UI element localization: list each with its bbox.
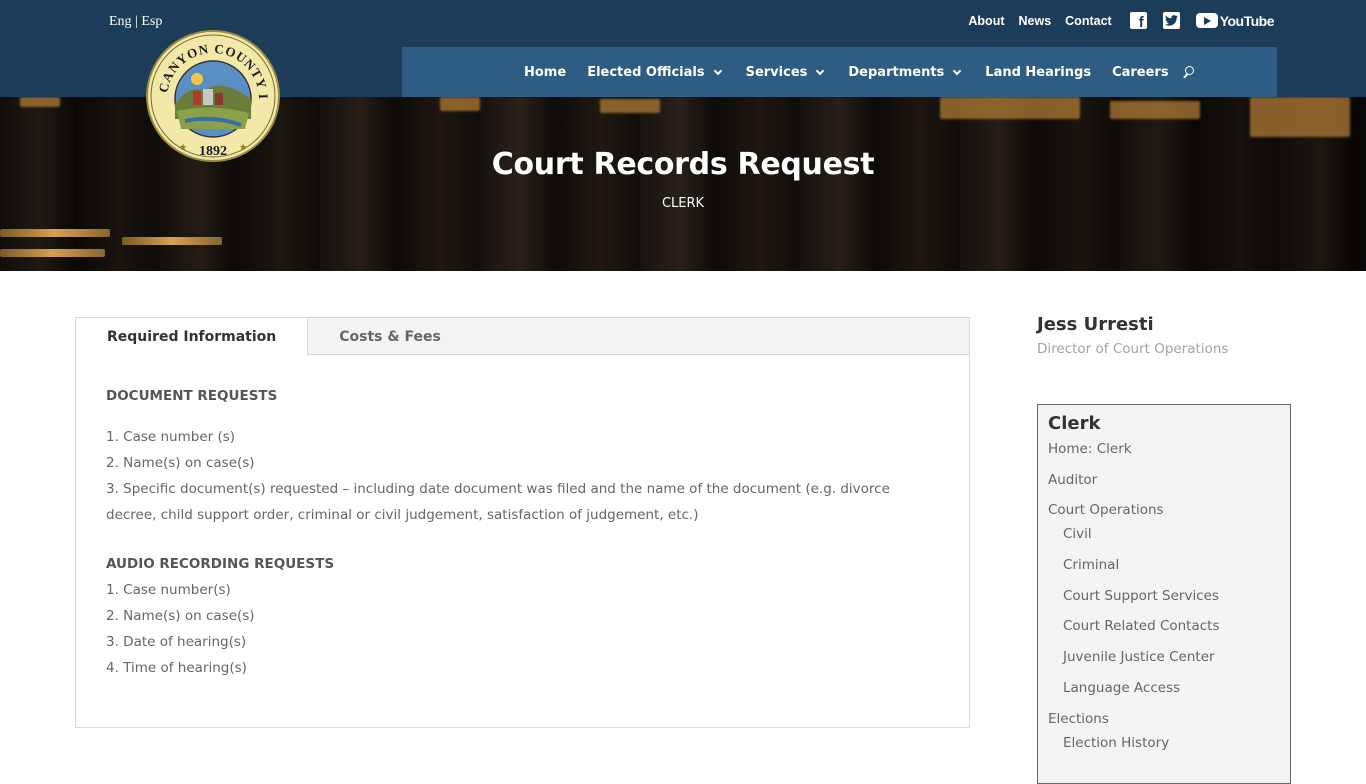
about-link[interactable]: About	[968, 14, 1004, 28]
sidebar-contact: Jess Urresti Director of Court Operation…	[1037, 314, 1297, 357]
nav-home[interactable]: Home	[524, 65, 566, 80]
nav-land-hearings[interactable]: Land Hearings	[985, 65, 1091, 80]
youtube-icon	[1195, 13, 1218, 28]
book-spine-decor	[0, 229, 110, 237]
nav-departments[interactable]: Departments	[848, 65, 964, 80]
county-seal-logo[interactable]: CANYON COUNTY IDAHO 1892 ★ ★	[145, 29, 281, 163]
tab-panel: DOCUMENT REQUESTS 1. Case number (s) 2. …	[76, 355, 969, 681]
list-item: 1. Case number(s)	[106, 582, 231, 598]
nav-services[interactable]: Services	[746, 65, 828, 80]
document-requests-heading: DOCUMENT REQUESTS	[106, 388, 278, 404]
lang-spanish-link[interactable]: Esp	[141, 14, 162, 29]
menu-item-home-clerk[interactable]: Home: Clerk	[1048, 440, 1280, 471]
lang-separator: |	[135, 14, 138, 29]
menu-item-civil[interactable]: Civil	[1048, 525, 1280, 556]
lang-english-link[interactable]: Eng	[109, 14, 132, 29]
department-menu: Clerk Home: Clerk Auditor Court Operatio…	[1037, 404, 1291, 784]
menu-item-court-support-services[interactable]: Court Support Services	[1048, 587, 1280, 618]
search-icon[interactable]	[1182, 65, 1195, 79]
facebook-icon[interactable]	[1129, 12, 1147, 31]
main-navigation: Home Elected Officials Services Departme…	[402, 47, 1277, 97]
book-label-decor	[20, 97, 60, 107]
contact-title: Director of Court Operations	[1037, 341, 1229, 357]
list-item: 3. Specific document(s) requested – incl…	[106, 481, 890, 523]
menu-item-auditor[interactable]: Auditor	[1048, 471, 1280, 502]
book-label-decor	[440, 97, 480, 111]
nav-elected-officials[interactable]: Elected Officials	[587, 65, 724, 80]
news-link[interactable]: News	[1019, 14, 1052, 28]
contact-link[interactable]: Contact	[1065, 14, 1112, 28]
seal-year: 1892	[199, 144, 227, 159]
book-spine-decor	[122, 237, 222, 245]
book-label-decor	[1110, 101, 1200, 119]
book-label-decor	[940, 97, 1080, 119]
chevron-down-icon	[713, 66, 722, 75]
book-label-decor	[1250, 97, 1350, 137]
nav-home-label: Home	[524, 64, 567, 80]
menu-item-election-history[interactable]: Election History	[1048, 734, 1280, 765]
contact-name: Jess Urresti	[1037, 314, 1154, 335]
menu-item-juvenile-justice-center[interactable]: Juvenile Justice Center	[1048, 648, 1280, 679]
language-switcher: Eng | Esp	[109, 14, 162, 30]
nav-careers[interactable]: Careers	[1112, 65, 1169, 80]
menu-item-language-access[interactable]: Language Access	[1048, 679, 1280, 710]
menu-item-court-related-contacts[interactable]: Court Related Contacts	[1048, 617, 1280, 648]
book-label-decor	[600, 99, 660, 113]
tab-costs-and-fees[interactable]: Costs & Fees	[308, 318, 472, 355]
nav-services-label: Services	[745, 64, 808, 80]
menu-title: Clerk	[1048, 413, 1101, 434]
twitter-icon[interactable]	[1162, 12, 1180, 29]
audio-requests-heading: AUDIO RECORDING REQUESTS	[106, 556, 335, 572]
nav-departments-label: Departments	[848, 64, 945, 80]
chevron-down-icon	[953, 66, 962, 75]
chevron-down-icon	[816, 66, 825, 75]
youtube-link[interactable]: YouTube	[1195, 12, 1275, 29]
list-item: 2. Name(s) on case(s)	[106, 608, 255, 624]
tab-required-information[interactable]: Required Information	[76, 318, 309, 356]
nav-careers-label: Careers	[1112, 64, 1169, 80]
svg-text:★: ★	[239, 143, 247, 153]
youtube-wordmark: YouTube	[1219, 12, 1275, 29]
list-item: 3. Date of hearing(s)	[106, 634, 247, 650]
list-item: 4. Time of hearing(s)	[106, 660, 247, 676]
list-item: 2. Name(s) on case(s)	[106, 455, 255, 471]
svg-text:★: ★	[179, 143, 187, 153]
page-subtitle: CLERK	[661, 196, 705, 211]
menu-item-elections[interactable]: Elections	[1048, 710, 1280, 734]
list-item: 1. Case number (s)	[106, 429, 236, 445]
menu-item-criminal[interactable]: Criminal	[1048, 556, 1280, 587]
nav-land-hearings-label: Land Hearings	[985, 64, 1092, 80]
menu-item-court-operations[interactable]: Court Operations	[1048, 501, 1280, 525]
tabs-container: Required Information Costs & Fees DOCUME…	[75, 317, 970, 728]
social-links: YouTube	[1129, 12, 1275, 31]
utility-nav: About News Contact YouTube	[968, 12, 1275, 31]
nav-elected-officials-label: Elected Officials	[587, 64, 705, 80]
book-spine-decor	[0, 249, 105, 257]
tab-bar: Required Information Costs & Fees	[76, 318, 969, 356]
